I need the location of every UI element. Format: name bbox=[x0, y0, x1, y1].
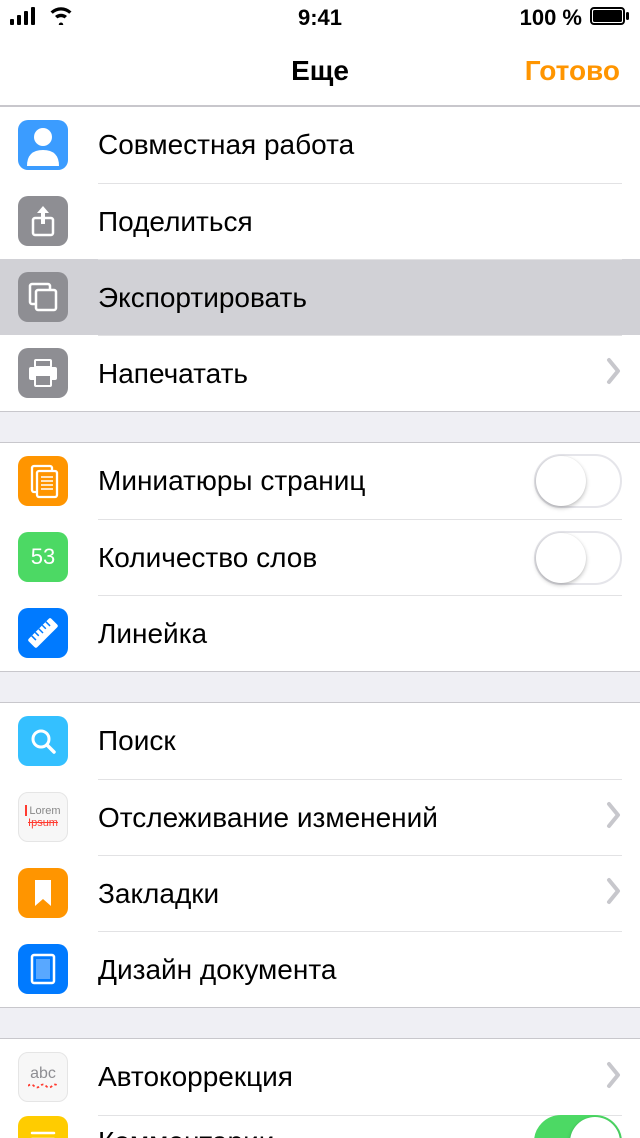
row-label: Поделиться bbox=[98, 206, 622, 238]
wifi-icon bbox=[48, 5, 74, 31]
battery-percent: 100 % bbox=[520, 5, 582, 31]
row-label: Отслеживание изменений bbox=[98, 802, 606, 834]
group-share: Совместная работа Поделиться Экспортиров… bbox=[0, 106, 640, 412]
search-icon bbox=[18, 716, 68, 766]
group-settings: abc Автокоррекция Комментарии bbox=[0, 1038, 640, 1138]
docdesign-icon bbox=[18, 944, 68, 994]
row-trackchanges[interactable]: Lorem Ipsum Отслеживание изменений bbox=[0, 779, 640, 855]
row-share[interactable]: Поделиться bbox=[0, 183, 640, 259]
row-label: Поиск bbox=[98, 725, 622, 757]
done-button[interactable]: Готово bbox=[525, 55, 620, 87]
row-bookmarks[interactable]: Закладки bbox=[0, 855, 640, 931]
lorem-text-a: Lorem bbox=[29, 805, 60, 817]
row-search[interactable]: Поиск bbox=[0, 703, 640, 779]
autocorrect-badge-text: abc bbox=[30, 1065, 56, 1083]
wordcount-icon: 53 bbox=[18, 532, 68, 582]
battery-icon bbox=[590, 5, 630, 31]
row-docdesign[interactable]: Дизайн документа bbox=[0, 931, 640, 1007]
chevron-right-icon bbox=[606, 801, 622, 834]
bookmarks-icon bbox=[18, 868, 68, 918]
page-title: Еще bbox=[291, 55, 349, 87]
row-autocorrect[interactable]: abc Автокоррекция bbox=[0, 1039, 640, 1115]
row-label: Дизайн документа bbox=[98, 954, 622, 986]
ruler-icon bbox=[18, 608, 68, 658]
nav-bar: Еще Готово bbox=[0, 36, 640, 106]
group-view: Миниатюры страниц 53 Количество слов Лин… bbox=[0, 442, 640, 672]
row-export[interactable]: Экспортировать bbox=[0, 259, 640, 335]
group-tools: Поиск Lorem Ipsum Отслеживание изменений… bbox=[0, 702, 640, 1008]
row-label: Комментарии bbox=[98, 1126, 534, 1138]
trackchanges-icon: Lorem Ipsum bbox=[18, 792, 68, 842]
row-comments[interactable]: Комментарии bbox=[0, 1115, 640, 1138]
lorem-text-b: Ipsum bbox=[28, 817, 58, 829]
status-bar: 9:41 100 % bbox=[0, 0, 640, 36]
chevron-right-icon bbox=[606, 877, 622, 910]
comments-toggle[interactable] bbox=[534, 1115, 622, 1138]
row-label: Напечатать bbox=[98, 358, 606, 390]
row-label: Экспортировать bbox=[98, 282, 622, 314]
autocorrect-icon: abc bbox=[18, 1052, 68, 1102]
row-label: Миниатюры страниц bbox=[98, 465, 534, 497]
row-print[interactable]: Напечатать bbox=[0, 335, 640, 411]
thumbnails-icon bbox=[18, 456, 68, 506]
signal-icon bbox=[10, 5, 40, 31]
row-collaborate[interactable]: Совместная работа bbox=[0, 107, 640, 183]
row-label: Количество слов bbox=[98, 542, 534, 574]
status-time: 9:41 bbox=[298, 5, 342, 31]
print-icon bbox=[18, 348, 68, 398]
row-wordcount[interactable]: 53 Количество слов bbox=[0, 519, 640, 595]
comments-icon bbox=[18, 1116, 68, 1138]
wordcount-toggle[interactable] bbox=[534, 531, 622, 585]
wordcount-badge-value: 53 bbox=[31, 544, 55, 570]
collaborate-icon bbox=[18, 120, 68, 170]
chevron-right-icon bbox=[606, 357, 622, 390]
row-label: Совместная работа bbox=[98, 129, 622, 161]
row-label: Закладки bbox=[98, 878, 606, 910]
share-icon bbox=[18, 196, 68, 246]
row-label: Автокоррекция bbox=[98, 1061, 606, 1093]
export-icon bbox=[18, 272, 68, 322]
chevron-right-icon bbox=[606, 1061, 622, 1094]
thumbnails-toggle[interactable] bbox=[534, 454, 622, 508]
row-ruler[interactable]: Линейка bbox=[0, 595, 640, 671]
row-thumbnails[interactable]: Миниатюры страниц bbox=[0, 443, 640, 519]
row-label: Линейка bbox=[98, 618, 622, 650]
